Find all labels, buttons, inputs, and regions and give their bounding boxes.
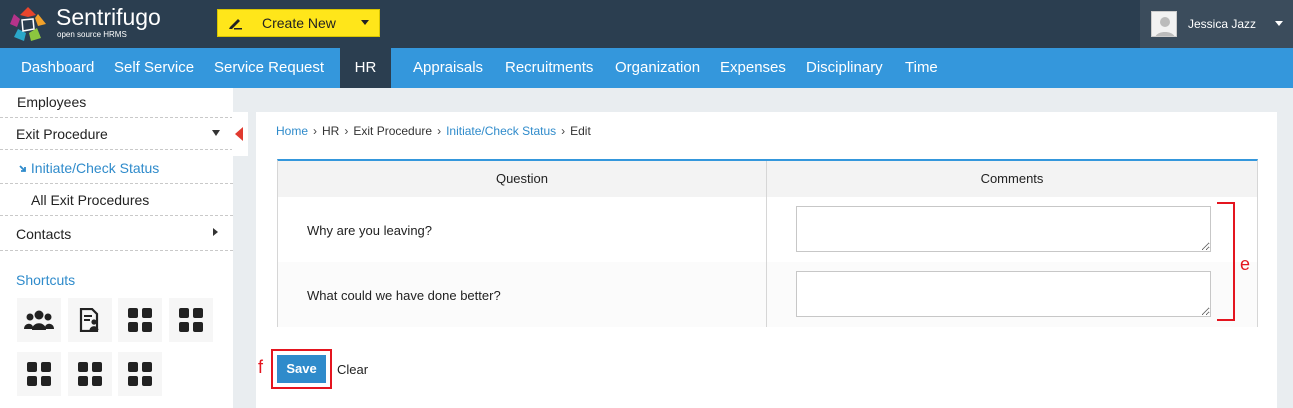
- main-content: Home › HR › Exit Procedure › Initiate/Check St…: [256, 112, 1277, 408]
- divider: [0, 183, 233, 184]
- annotation-bracket: [1217, 202, 1235, 321]
- breadcrumb-initiate-check-status[interactable]: Initiate/Check Status: [446, 124, 556, 138]
- sidebar-item-exit-procedure[interactable]: Exit Procedure: [0, 126, 233, 142]
- nav-item-time[interactable]: Time: [905, 48, 938, 88]
- nav-item-appraisals[interactable]: Appraisals: [413, 48, 483, 88]
- document-user-icon: [79, 308, 99, 332]
- shortcut-people[interactable]: [17, 298, 61, 342]
- brand-subtitle: open source HRMS: [57, 30, 127, 39]
- annotation-highlight-box: Save: [271, 349, 332, 389]
- annotation-label-f: f: [258, 357, 264, 377]
- shortcut-grid[interactable]: [169, 298, 213, 342]
- breadcrumb-edit: Edit: [570, 124, 591, 138]
- question-text: Why are you leaving?: [307, 223, 433, 238]
- chevron-down-icon: [361, 20, 369, 25]
- arrow-left-icon: [235, 127, 243, 141]
- grid-icon: [179, 308, 203, 332]
- table-row: Why are you leaving?: [278, 197, 1257, 262]
- arrow-down-right-icon: [19, 165, 26, 172]
- main-nav: Dashboard Self Service Service Request H…: [0, 48, 1293, 88]
- shortcut-grid[interactable]: [17, 352, 61, 396]
- nav-item-hr[interactable]: HR: [340, 48, 391, 88]
- breadcrumb-home[interactable]: Home: [276, 124, 308, 138]
- caret-right-icon[interactable]: [213, 228, 218, 236]
- divider: [0, 215, 233, 216]
- question-text: What could we have done better?: [307, 288, 501, 303]
- shortcut-document-user[interactable]: [68, 298, 112, 342]
- sidebar-item-contacts[interactable]: Contacts: [0, 226, 233, 242]
- column-header-question: Question: [278, 161, 766, 197]
- avatar: [1151, 11, 1177, 37]
- sidebar-item-initiate-check-status[interactable]: Initiate/Check Status: [0, 160, 233, 176]
- shortcuts-title: Shortcuts: [16, 272, 76, 288]
- breadcrumb-hr: HR: [322, 124, 340, 138]
- divider: [0, 117, 233, 118]
- shortcut-grid[interactable]: [68, 352, 112, 396]
- grid-icon: [27, 362, 51, 386]
- save-button[interactable]: Save: [277, 355, 326, 383]
- people-icon: [24, 310, 54, 330]
- nav-item-recruitments[interactable]: Recruitments: [505, 48, 593, 88]
- nav-item-organization[interactable]: Organization: [615, 48, 700, 88]
- chevron-down-icon: [1275, 21, 1283, 26]
- grid-icon: [128, 308, 152, 332]
- table-row: What could we have done better?: [278, 262, 1257, 327]
- nav-item-self-service[interactable]: Self Service: [114, 48, 194, 88]
- sidebar: Employees Exit Procedure Initiate/Check …: [0, 88, 233, 408]
- caret-down-icon[interactable]: [212, 130, 220, 136]
- column-divider: [766, 161, 767, 327]
- breadcrumb: Home › HR › Exit Procedure › Initiate/Check St…: [276, 124, 591, 138]
- create-new-label: Create New: [262, 15, 336, 31]
- comment-input[interactable]: [796, 206, 1211, 252]
- divider: [0, 250, 233, 251]
- brand-name[interactable]: Sentrifugo: [56, 5, 161, 29]
- divider: [0, 149, 233, 150]
- user-name: Jessica Jazz: [1188, 17, 1257, 31]
- grid-icon: [128, 362, 152, 386]
- grid-icon: [78, 362, 102, 386]
- sidebar-item-label: Exit Procedure: [16, 126, 108, 142]
- comment-input[interactable]: [796, 271, 1211, 317]
- sentrifugo-logo-icon[interactable]: [8, 5, 48, 43]
- create-new-button[interactable]: Create New: [217, 9, 380, 37]
- exit-questions-table: Question Comments Why are you leaving? W…: [277, 159, 1258, 327]
- pen-icon: [229, 19, 242, 30]
- user-menu[interactable]: Jessica Jazz: [1140, 0, 1293, 48]
- breadcrumb-exit-procedure: Exit Procedure: [353, 124, 433, 138]
- top-bar: Sentrifugo open source HRMS Create New J…: [0, 0, 1293, 48]
- nav-item-disciplinary[interactable]: Disciplinary: [806, 48, 883, 88]
- sidebar-collapse-toggle[interactable]: [232, 112, 248, 156]
- shortcut-grid[interactable]: [118, 298, 162, 342]
- user-avatar-icon: [1155, 17, 1175, 36]
- nav-item-expenses[interactable]: Expenses: [720, 48, 786, 88]
- annotation-label-e: e: [1240, 254, 1251, 274]
- sidebar-item-label: Initiate/Check Status: [30, 160, 160, 176]
- nav-item-service-request[interactable]: Service Request: [214, 48, 324, 88]
- sidebar-item-label: Contacts: [16, 226, 72, 242]
- nav-item-dashboard[interactable]: Dashboard: [21, 48, 94, 88]
- sidebar-item-employees[interactable]: Employees: [0, 94, 233, 110]
- column-header-comments: Comments: [767, 161, 1257, 197]
- clear-button[interactable]: Clear: [337, 362, 368, 377]
- sidebar-item-all-exit-procedures[interactable]: All Exit Procedures: [0, 192, 233, 208]
- shortcut-grid[interactable]: [118, 352, 162, 396]
